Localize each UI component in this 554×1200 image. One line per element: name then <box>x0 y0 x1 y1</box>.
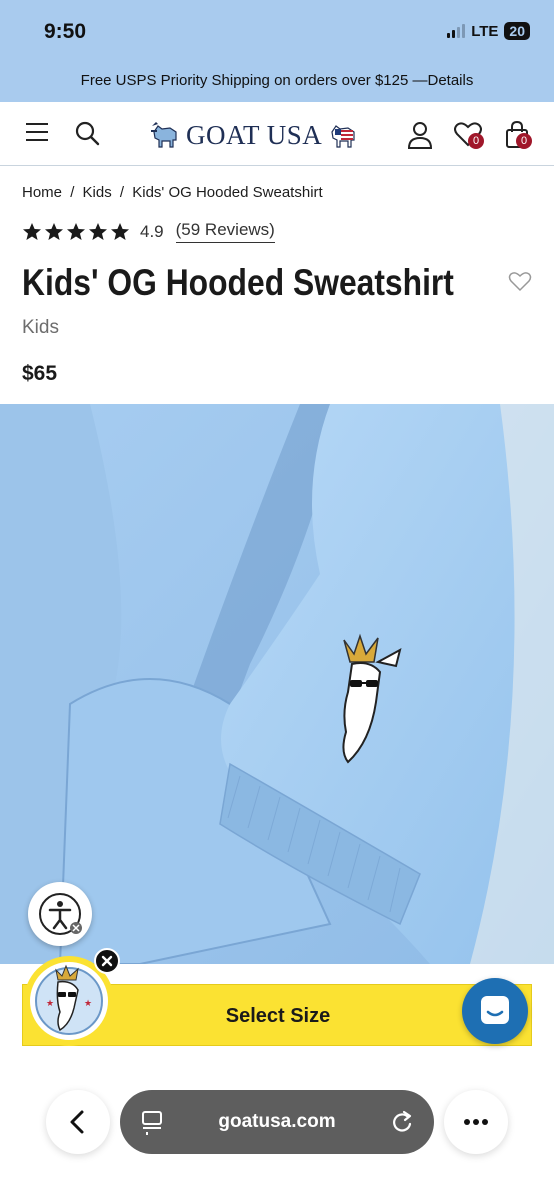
goat-flag-icon <box>331 125 355 148</box>
accessibility-icon <box>39 893 82 935</box>
close-badge-button[interactable] <box>94 948 120 974</box>
chevron-left-icon <box>70 1110 84 1134</box>
battery-indicator: 20 <box>504 22 530 40</box>
account-icon[interactable] <box>407 120 433 150</box>
star-icon <box>89 222 107 240</box>
url-text: goatusa.com <box>218 1111 336 1132</box>
network-label: LTE <box>471 22 499 40</box>
browser-more-button[interactable] <box>444 1090 508 1154</box>
status-time: 9:50 <box>44 20 87 43</box>
product-image[interactable] <box>0 404 554 964</box>
svg-text:★: ★ <box>84 999 92 1009</box>
top-banner: 9:50 LTE 20 Free USPS Priority Shipping … <box>0 0 554 102</box>
rating-value: 4.9 <box>140 221 164 241</box>
reviews-link[interactable]: (59 Reviews) <box>175 220 275 243</box>
site-header: GOAT USA 0 0 <box>0 102 554 166</box>
cart-count: 0 <box>516 133 532 149</box>
site-logo[interactable]: GOAT USA <box>148 118 360 152</box>
more-icon <box>464 1119 488 1125</box>
wishlist-icon[interactable]: 0 <box>454 119 486 151</box>
star-icon <box>111 222 129 240</box>
chat-icon <box>481 996 509 1024</box>
breadcrumb-current: Kids' OG Hooded Sweatshirt <box>132 184 323 201</box>
search-icon[interactable] <box>74 120 100 146</box>
product-title: Kids' OG Hooded Sweatshirt <box>22 262 454 303</box>
star-icon <box>45 222 63 240</box>
star-icon <box>23 222 41 240</box>
star-icon <box>67 222 85 240</box>
product-rating: 4.9 (59 Reviews) <box>22 220 275 243</box>
svg-text:★: ★ <box>46 999 54 1009</box>
address-bar[interactable]: goatusa.com <box>120 1090 434 1154</box>
goat-logo-icon <box>151 122 177 148</box>
chat-button[interactable] <box>462 978 528 1044</box>
accessibility-button[interactable] <box>28 882 92 946</box>
star-rating <box>22 222 130 242</box>
product-category: Kids <box>22 317 59 338</box>
close-icon <box>101 955 113 967</box>
wishlist-count: 0 <box>468 133 484 149</box>
breadcrumb-kids[interactable]: Kids <box>83 184 112 201</box>
browser-back-button[interactable] <box>46 1090 110 1154</box>
signal-icon <box>447 24 466 38</box>
breadcrumb-home[interactable]: Home <box>22 184 62 201</box>
breadcrumb-separator: / <box>70 184 75 201</box>
breadcrumb: Home / Kids / Kids' OG Hooded Sweatshirt <box>22 184 327 201</box>
product-price: $65 <box>22 362 58 385</box>
promo-banner[interactable]: Free USPS Priority Shipping on orders ov… <box>0 72 554 89</box>
breadcrumb-separator: / <box>119 184 125 201</box>
menu-icon[interactable] <box>26 123 48 143</box>
reload-icon[interactable] <box>388 1108 416 1136</box>
bag-icon[interactable]: 0 <box>504 119 536 151</box>
logo-text: GOAT USA <box>186 119 323 150</box>
status-indicators: LTE 20 <box>447 22 530 40</box>
add-to-wishlist-icon[interactable] <box>508 270 532 292</box>
